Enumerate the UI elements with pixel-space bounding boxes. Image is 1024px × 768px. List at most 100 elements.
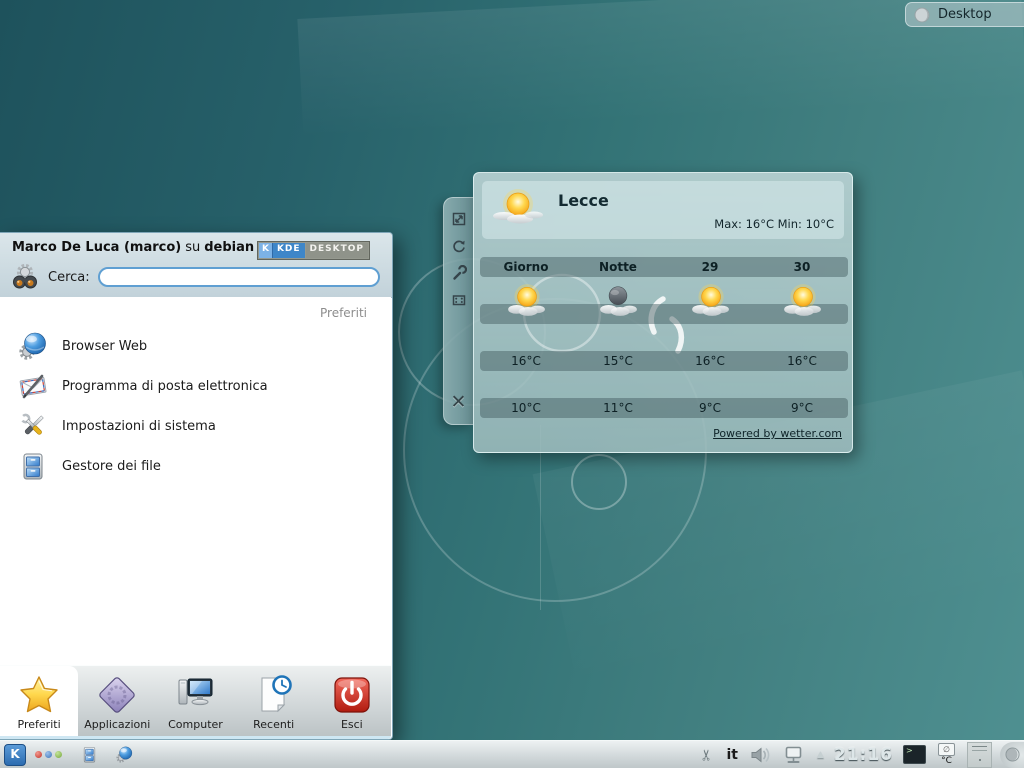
cashew-icon <box>1005 747 1020 762</box>
night-temp: 9°C <box>664 398 756 418</box>
column-header: Notte <box>572 257 664 277</box>
file-manager-icon[interactable] <box>80 745 99 764</box>
host-name: debian <box>204 240 254 255</box>
column-header: 30 <box>756 257 848 277</box>
desktop-toolbox[interactable]: Desktop <box>905 2 1024 27</box>
search-input[interactable] <box>98 267 380 287</box>
tab-label: Applicazioni <box>84 718 150 731</box>
green-dot-icon[interactable] <box>55 751 62 758</box>
widget-handle[interactable]: ✕ <box>443 197 473 425</box>
diamond-icon <box>95 672 139 718</box>
kde-logo-icon <box>259 243 273 258</box>
search-binoculars-icon <box>10 262 40 292</box>
red-dot-icon[interactable] <box>35 751 42 758</box>
favorite-item-systemsettings[interactable]: Impostazioni di sistema <box>0 406 391 446</box>
configure-wrench-icon[interactable] <box>451 265 467 285</box>
favorite-label: Gestore dei file <box>62 459 161 474</box>
tab-label: Recenti <box>253 718 294 731</box>
volume-icon[interactable] <box>750 746 772 764</box>
weather-city: Lecce <box>558 191 609 210</box>
kickoff-tab-bar: Preferiti Applicazioni <box>0 665 391 736</box>
badge-kde-label: KDE <box>273 243 305 258</box>
temp-unit-label: °C <box>941 757 952 766</box>
globe-gear-icon <box>17 330 49 362</box>
panel-cashew[interactable] <box>1000 742 1024 768</box>
night-temp: 10°C <box>480 398 572 418</box>
tray-expander-icon[interactable]: ▲ <box>817 750 824 760</box>
mail-icon <box>17 370 49 402</box>
tab-label: Computer <box>168 718 223 731</box>
blue-dot-icon[interactable] <box>45 751 52 758</box>
star-icon <box>17 672 61 718</box>
day-temp: 16°C <box>664 351 756 371</box>
tab-applicazioni[interactable]: Applicazioni <box>78 666 156 736</box>
tab-recenti[interactable]: Recenti <box>235 666 313 736</box>
terminal-icon[interactable] <box>903 745 926 764</box>
no-data-icon <box>938 743 955 756</box>
close-widget-icon[interactable]: ✕ <box>451 393 467 412</box>
panel-widget-strip[interactable] <box>967 742 992 768</box>
sun-cloud-icon <box>492 185 544 239</box>
keyboard-layout-indicator[interactable]: it <box>726 747 738 763</box>
tab-label: Preferiti <box>18 718 61 731</box>
maximize-icon[interactable] <box>451 292 467 312</box>
file-cabinet-icon <box>17 450 49 482</box>
column-header: Giorno <box>480 257 572 277</box>
crossed-tools-icon <box>17 410 49 442</box>
taskbar-panel: ✂ it ▲ 21:16 °C <box>0 740 1024 768</box>
toolbox-label: Desktop <box>938 7 992 22</box>
weather-column-headers: Giorno Notte 29 30 <box>480 257 848 277</box>
night-temp: 9°C <box>756 398 848 418</box>
network-monitor-icon[interactable] <box>784 745 805 765</box>
clipboard-scissors-icon[interactable]: ✂ <box>697 748 715 761</box>
weather-icons-row <box>480 277 848 323</box>
wetter-credit-link[interactable]: Powered by wetter.com <box>713 427 842 440</box>
favorite-label: Programma di posta elettronica <box>62 379 268 394</box>
sun-cloud-icon <box>480 277 572 323</box>
temperature-applet[interactable]: °C <box>938 743 955 766</box>
title-connector: su <box>185 240 200 255</box>
weather-day-temps: 16°C 15°C 16°C 16°C <box>480 351 848 371</box>
favorite-item-mail[interactable]: Programma di posta elettronica <box>0 366 391 406</box>
favorite-label: Browser Web <box>62 339 147 354</box>
recent-document-icon <box>252 672 296 718</box>
rotate-icon[interactable] <box>451 238 467 258</box>
weather-minmax: Max: 16°C Min: 10°C <box>714 217 834 231</box>
favorite-item-browser[interactable]: Browser Web <box>0 326 391 366</box>
computer-icon <box>172 672 218 718</box>
cashew-icon <box>914 7 930 23</box>
web-browser-icon[interactable] <box>115 745 134 764</box>
tab-preferiti[interactable]: Preferiti <box>0 666 78 736</box>
day-temp: 16°C <box>756 351 848 371</box>
kde-menu-launcher-icon[interactable] <box>4 744 26 766</box>
digital-clock[interactable]: 21:16 <box>834 745 893 765</box>
tab-esci[interactable]: Esci <box>313 666 391 736</box>
favorite-item-filemanager[interactable]: Gestore dei file <box>0 446 391 486</box>
column-header: 29 <box>664 257 756 277</box>
search-label: Cerca: <box>48 270 90 285</box>
kickoff-menu: Marco De Luca (marco) su debian KDE DESKTO… <box>0 232 393 740</box>
user-title: Marco De Luca (marco) su debian <box>12 240 254 255</box>
section-label: Preferiti <box>0 297 391 326</box>
resize-icon[interactable] <box>451 211 467 231</box>
weather-header: Lecce Max: 16°C Min: 10°C <box>482 181 844 239</box>
sun-cloud-icon <box>756 277 848 323</box>
kickoff-body: Preferiti Browser Web <box>0 297 391 666</box>
badge-desktop-label: DESKTOP <box>306 243 368 258</box>
day-temp: 15°C <box>572 351 664 371</box>
kde-desktop-badge: KDE DESKTOP <box>257 241 370 260</box>
weather-night-temps: 10°C 11°C 9°C 9°C <box>480 398 848 418</box>
moon-cloud-icon <box>572 277 664 323</box>
weather-widget[interactable]: Lecce Max: 16°C Min: 10°C Giorno Notte 2… <box>473 172 853 453</box>
tab-label: Esci <box>341 718 363 731</box>
power-icon <box>330 672 374 718</box>
kickoff-header: Marco De Luca (marco) su debian KDE DESKTO… <box>0 233 392 298</box>
user-name: Marco De Luca (marco) <box>12 240 181 255</box>
night-temp: 11°C <box>572 398 664 418</box>
favorite-label: Impostazioni di sistema <box>62 419 216 434</box>
sun-cloud-icon <box>664 277 756 323</box>
tab-computer[interactable]: Computer <box>156 666 234 736</box>
kickoff-bottom-strip <box>0 736 391 739</box>
day-temp: 16°C <box>480 351 572 371</box>
pager-dots[interactable] <box>35 751 62 758</box>
